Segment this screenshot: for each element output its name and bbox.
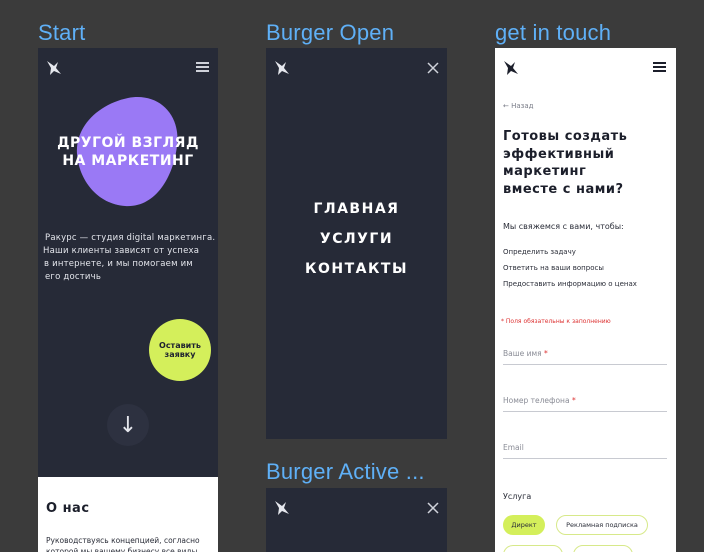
chip-ad-subscription[interactable]: Рекламная подписка (556, 515, 648, 535)
frame-label-burger-active: Burger Active ... (266, 459, 425, 484)
menu-item-contacts[interactable]: КОНТАКТЫ (266, 261, 447, 277)
about-title: О нас (46, 501, 90, 516)
menu-item-services[interactable]: УСЛУГИ (266, 231, 447, 247)
email-field[interactable]: Email (503, 440, 667, 459)
leave-request-button[interactable]: Оставить заявку (149, 319, 211, 381)
hero-text-line1: Ракурс — студия digital маркетинга. (45, 233, 216, 243)
close-icon[interactable] (425, 501, 441, 515)
burger-open-frame: ГЛАВНАЯ УСЛУГИ КОНТАКТЫ (266, 48, 447, 439)
burger-icon[interactable] (196, 62, 212, 76)
service-label: Услуга (503, 492, 532, 501)
get-in-touch-frame: ← Назад Готовы создать эффективный марке… (495, 48, 676, 552)
phone-field[interactable]: Номер телефона * (503, 393, 667, 412)
hero-text-line3: в интернете, и мы помогаем им (44, 259, 193, 269)
logo-icon[interactable] (501, 58, 521, 78)
arrow-down-icon: ↓ (118, 412, 138, 438)
logo-icon[interactable] (272, 498, 292, 518)
contact-title-line1: Готовы создать (503, 129, 628, 144)
start-frame: ДРУГОЙ ВЗГЛЯД НА МАРКЕТИНГ Ракурс — студ… (38, 48, 218, 552)
scroll-down-button[interactable]: ↓ (107, 404, 149, 446)
contact-title-line2: эффективный (503, 146, 615, 162)
hero-title-line1: ДРУГОЙ ВЗГЛЯД (57, 135, 199, 151)
menu-item-home[interactable]: ГЛАВНАЯ (266, 201, 447, 217)
contact-title-line3: маркетинг (503, 164, 587, 179)
about-text: Руководствуясь концепцией, согласно кото… (46, 536, 200, 552)
contact-title: Готовы создать эффективный маркетинг вме… (503, 128, 663, 198)
cta-label-line2: заявку (164, 350, 196, 359)
frame-label-get-in-touch: get in touch (495, 20, 612, 45)
phone-field-label: Номер телефона * (503, 396, 576, 405)
frame-label-start: Start (38, 20, 86, 45)
burger-icon[interactable] (653, 62, 669, 76)
chip-direct[interactable]: Директ (503, 515, 545, 535)
name-field-label: Ваше имя * (503, 349, 548, 358)
close-icon[interactable] (425, 61, 441, 75)
contact-point-3: Предоставить информацию о ценах (503, 280, 637, 288)
frame-label-burger-open: Burger Open (266, 20, 395, 45)
logo-icon[interactable] (272, 58, 292, 78)
email-field-label: Email (503, 443, 524, 452)
name-field[interactable]: Ваше имя * (503, 346, 667, 365)
contact-point-1: Определить задачу (503, 248, 576, 256)
hero-text-line2: Наши клиенты зависят от успеха (43, 246, 200, 256)
required-note: * Поля обязательны к заполнению (501, 318, 611, 325)
chip-option-4[interactable] (573, 545, 633, 552)
chip-option-3[interactable] (503, 545, 563, 552)
about-section: О нас Руководствуясь концепцией, согласн… (38, 477, 218, 552)
hero-text-line4: его достичь (45, 272, 102, 282)
contact-intro: Мы свяжемся с вами, чтобы: (503, 222, 624, 231)
contact-point-2: Ответить на ваши вопросы (503, 264, 604, 272)
back-link[interactable]: ← Назад (503, 102, 534, 110)
logo-icon[interactable] (44, 58, 64, 78)
contact-title-line4: вместе с нами? (503, 181, 624, 197)
hero-title-line2: НА МАРКЕТИНГ (62, 153, 194, 169)
cta-label-line1: Оставить (159, 341, 201, 350)
burger-active-frame (266, 488, 447, 552)
